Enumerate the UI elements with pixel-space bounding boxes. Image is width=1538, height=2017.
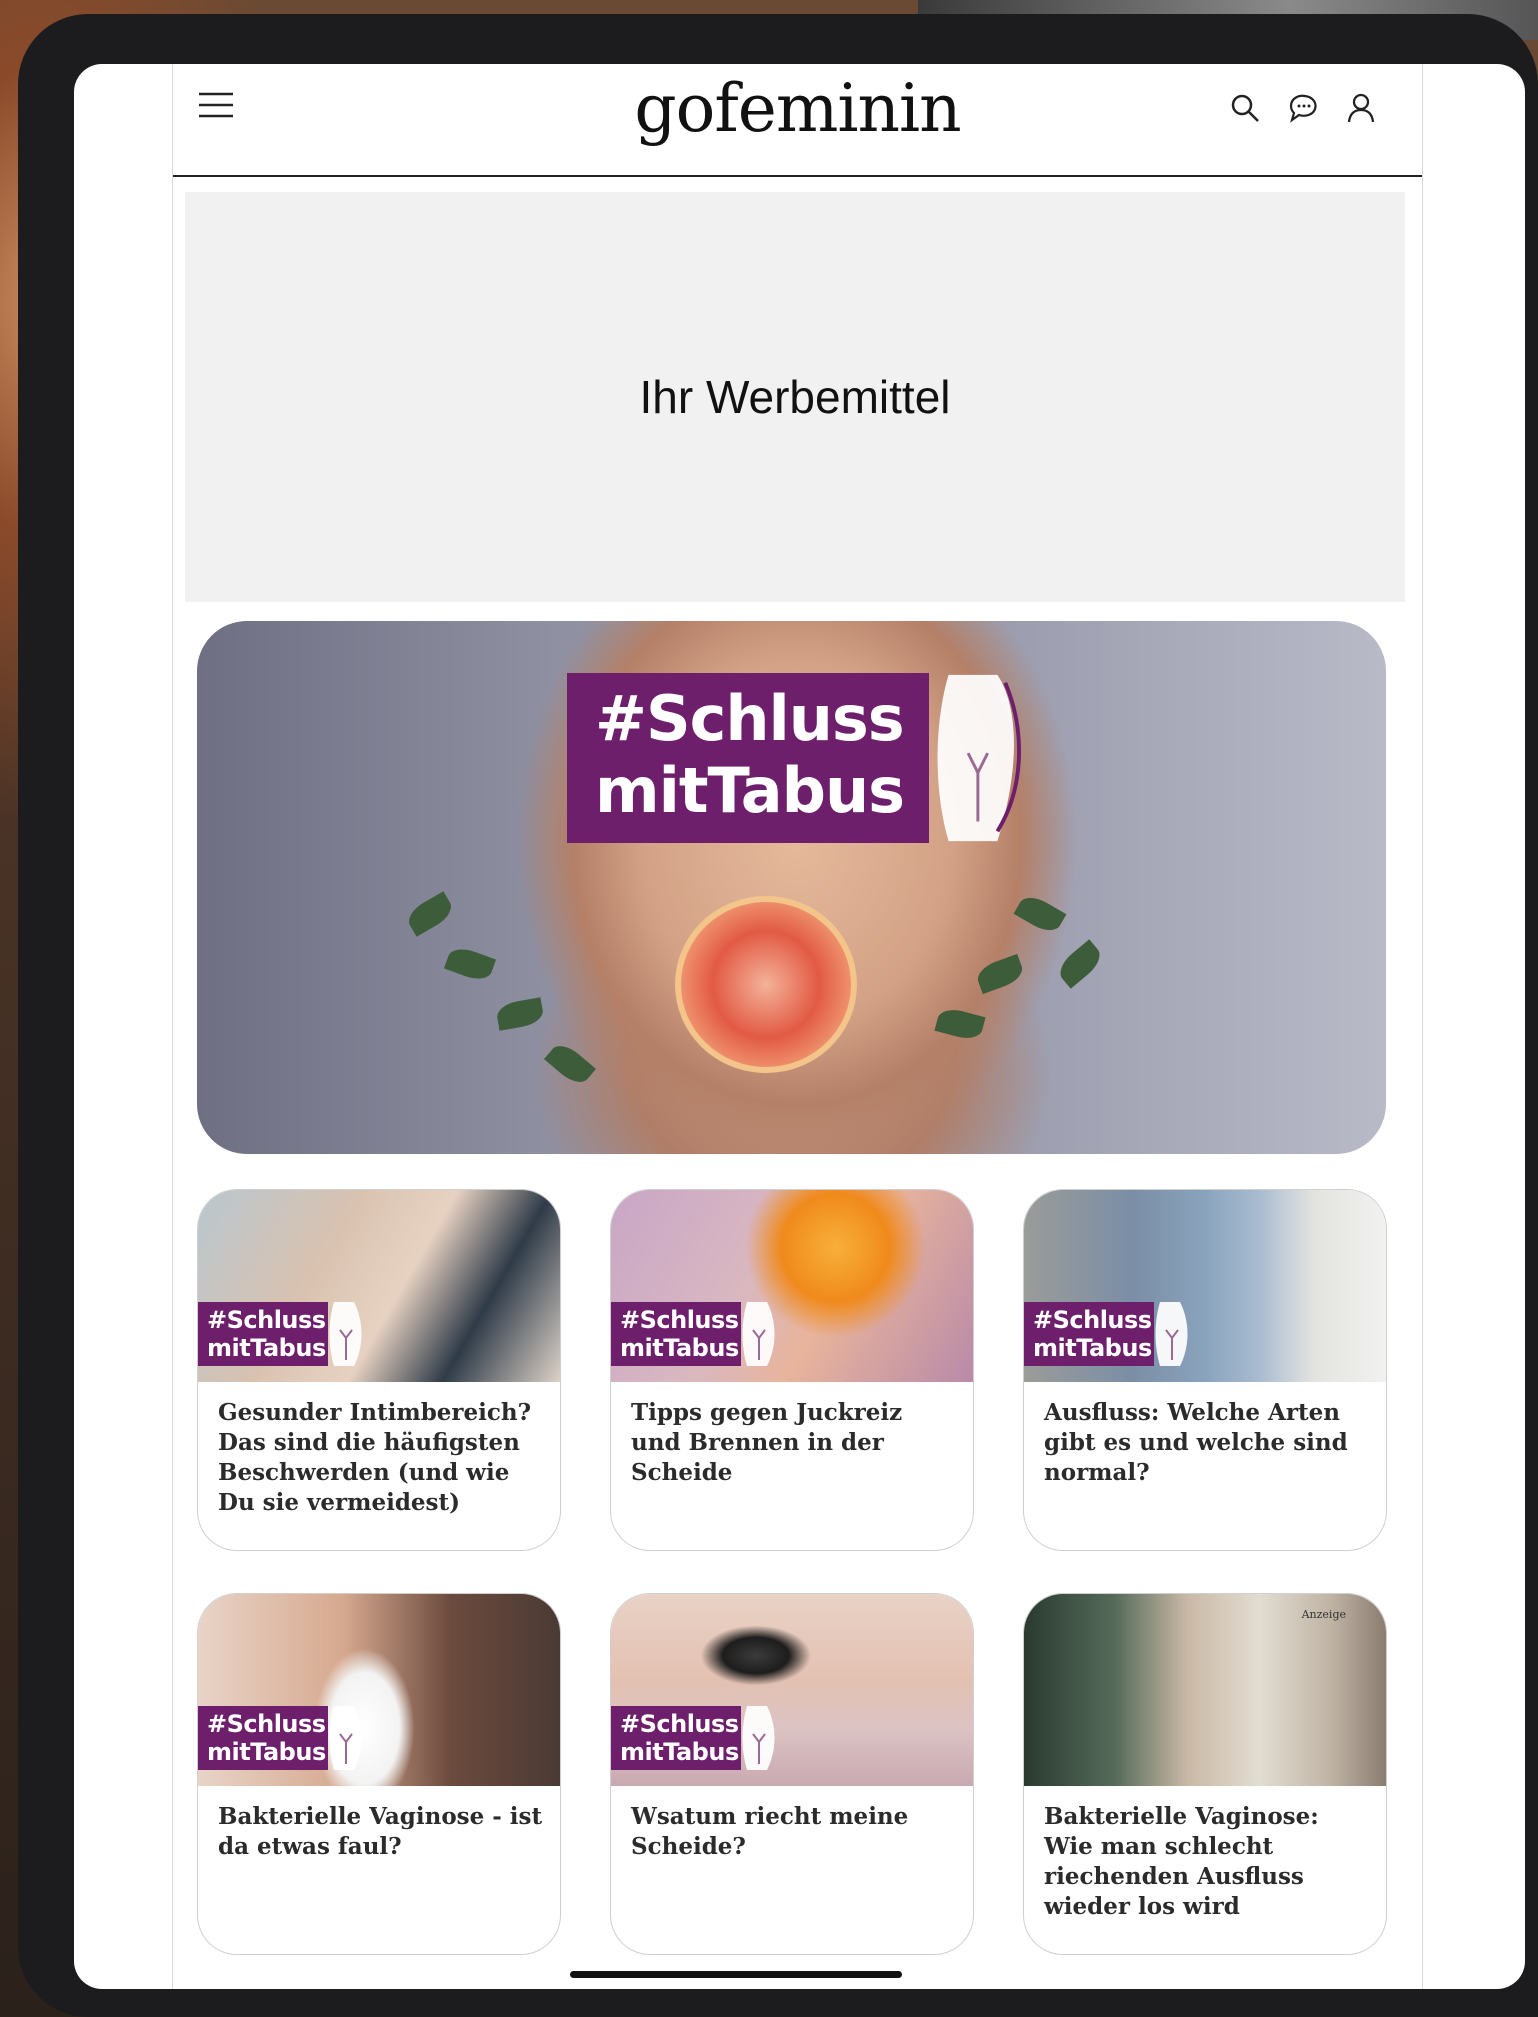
home-indicator[interactable] [570,1971,902,1978]
leaf-decoration [443,943,497,985]
campaign-symbol-icon [329,1706,362,1770]
article-title: Wsatum riecht meine Scheide? [631,1803,909,1860]
tag-line2: mitTabus [620,1738,739,1766]
article-image [1024,1594,1386,1786]
article-title: Gesunder Intimbereich? Das sind die häuf… [218,1399,532,1516]
article-card[interactable]: #Schluss mitTabus Gesunder Intimbereich? … [197,1189,561,1551]
ad-placeholder[interactable]: Ihr Werbemittel [185,192,1405,602]
article-card[interactable]: Anzeige Bakterielle Vaginose: Wie man sc… [1023,1593,1387,1955]
campaign-tag: #Schluss mitTabus [567,673,1027,843]
tag-line2: mitTabus [1033,1334,1152,1362]
campaign-tag: #Schluss mitTabus [611,1706,777,1770]
article-title: Tipps gegen Juckreiz und Brennen in der … [631,1399,903,1486]
article-title: Bakterielle Vaginose: Wie man schlecht r… [1044,1803,1319,1920]
article-title: Bakterielle Vaginose - ist da etwas faul… [218,1803,543,1860]
campaign-symbol-icon [937,674,1022,842]
campaign-symbol-icon [742,1706,775,1770]
tag-line1: #Schluss [207,1710,326,1738]
leaf-decoration [403,891,457,937]
campaign-symbol-icon [742,1302,775,1366]
campaign-tag: #Schluss mitTabus [611,1302,777,1366]
chat-icon[interactable] [1287,92,1319,124]
campaign-tag: #Schluss mitTabus [198,1302,364,1366]
tag-line2: mitTabus [620,1334,739,1362]
article-card[interactable]: #Schluss mitTabus Bakterielle Vaginose - … [197,1593,561,1955]
search-icon[interactable] [1229,92,1261,124]
tag-line1: #Schluss [207,1306,326,1334]
article-card[interactable]: #Schluss mitTabus Ausfluss: Welche Arten … [1023,1189,1387,1551]
tag-line1: #Schluss [620,1710,739,1738]
grapefruit-image [675,896,857,1073]
sponsored-badge: Anzeige [1301,1608,1346,1621]
campaign-symbol-icon [329,1302,362,1366]
tag-line1: #Schluss [1033,1306,1152,1334]
hero-banner[interactable]: #Schluss mitTabus [197,621,1386,1154]
article-card[interactable]: #Schluss mitTabus Tipps gegen Juckreiz un… [610,1189,974,1551]
campaign-symbol-icon [1155,1302,1188,1366]
campaign-tag-text: #Schluss mitTabus [567,673,930,843]
tag-line2: mitTabus [207,1334,326,1362]
campaign-tag-line2: mitTabus [595,754,905,827]
article-title: Ausfluss: Welche Arten gibt es und welch… [1044,1399,1348,1486]
tablet-screen: gofeminin Ihr Werbemittel #Schluss mitTa… [74,64,1525,1989]
campaign-tag: #Schluss mitTabus [198,1706,364,1770]
campaign-tag-line1: #Schluss [595,682,905,755]
user-icon[interactable] [1345,92,1377,124]
article-card[interactable]: #Schluss mitTabus Wsatum riecht meine Sch… [610,1593,974,1955]
tag-line2: mitTabus [207,1738,326,1766]
campaign-tag: #Schluss mitTabus [1024,1302,1190,1366]
page-content: gofeminin Ihr Werbemittel #Schluss mitTa… [172,64,1423,1989]
tag-line1: #Schluss [620,1306,739,1334]
ad-label: Ihr Werbemittel [639,371,951,423]
tablet-device: gofeminin Ihr Werbemittel #Schluss mitTa… [18,14,1538,2017]
site-header: gofeminin [173,64,1422,177]
